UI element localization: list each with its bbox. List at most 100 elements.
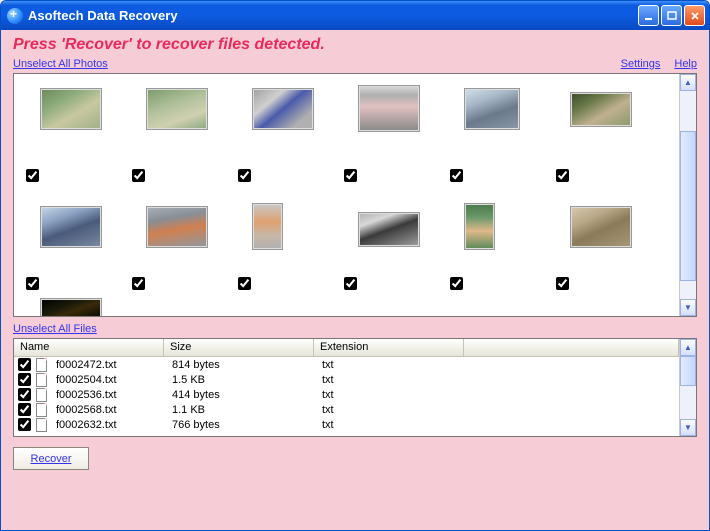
column-headers: Name Size Extension (14, 339, 679, 357)
thumb-cell[interactable] (450, 82, 556, 190)
thumb-checkbox[interactable] (450, 169, 463, 182)
unselect-all-photos-link[interactable]: Unselect All Photos (13, 58, 108, 70)
column-spacer[interactable] (464, 339, 679, 357)
table-row[interactable]: f0002504.txt1.5 KBtxt (14, 372, 679, 387)
thumb-checkbox[interactable] (132, 169, 145, 182)
window-buttons (638, 5, 705, 26)
thumb-checkbox[interactable] (26, 277, 39, 290)
thumb-checkbox[interactable] (132, 277, 145, 290)
thumb-image[interactable] (570, 206, 632, 248)
file-checkbox[interactable] (18, 373, 31, 386)
photo-scrollbar[interactable]: ▲ ▼ (679, 74, 696, 316)
app-icon (7, 8, 23, 24)
file-icon (34, 373, 48, 387)
thumb-checkbox[interactable] (556, 169, 569, 182)
table-row[interactable]: f0002568.txt1.1 KBtxt (14, 402, 679, 417)
minimize-button[interactable] (638, 5, 659, 26)
file-size: 814 bytes (166, 359, 316, 371)
file-size: 1.1 KB (166, 404, 316, 416)
main-window: Asoftech Data Recovery Press 'Recover' t… (0, 0, 710, 531)
thumb-cell[interactable] (556, 82, 662, 190)
maximize-button[interactable] (661, 5, 682, 26)
file-extension: txt (316, 359, 466, 371)
thumb-checkbox[interactable] (26, 169, 39, 182)
scroll-track[interactable] (680, 91, 696, 299)
thumb-image[interactable] (40, 298, 102, 316)
recover-button[interactable]: Recover (13, 447, 89, 470)
scroll-up-icon[interactable]: ▲ (680, 339, 696, 356)
thumb-image[interactable] (40, 206, 102, 248)
table-row[interactable]: f0002632.txt766 bytestxt (14, 417, 679, 432)
thumb-checkbox[interactable] (344, 277, 357, 290)
file-name: f0002536.txt (50, 389, 166, 401)
photo-panel: ▲ ▼ (13, 73, 697, 317)
thumb-cell[interactable] (238, 190, 344, 298)
thumb-image[interactable] (570, 92, 632, 127)
file-icon (34, 403, 48, 417)
title-bar[interactable]: Asoftech Data Recovery (1, 1, 709, 30)
scroll-track[interactable] (680, 356, 696, 419)
file-extension: txt (316, 419, 466, 431)
thumb-cell[interactable] (556, 190, 662, 298)
button-row: Recover (13, 437, 697, 470)
content-area: Press 'Recover' to recover files detecte… (1, 30, 709, 530)
scroll-down-icon[interactable]: ▼ (680, 299, 696, 316)
thumb-image[interactable] (464, 88, 520, 130)
photo-scroll-area[interactable] (14, 74, 679, 316)
file-extension: txt (316, 404, 466, 416)
thumb-checkbox[interactable] (556, 277, 569, 290)
file-checkbox[interactable] (18, 358, 31, 371)
column-extension[interactable]: Extension (314, 339, 464, 357)
scroll-handle[interactable] (680, 356, 696, 386)
thumb-image[interactable] (358, 85, 420, 132)
column-name[interactable]: Name (14, 339, 164, 357)
thumb-cell[interactable] (450, 190, 556, 298)
thumb-image[interactable] (252, 88, 314, 130)
thumb-image[interactable] (358, 212, 420, 247)
file-extension: txt (316, 374, 466, 386)
photo-links-row: Unselect All Photos Settings Help (13, 56, 697, 73)
scroll-up-icon[interactable]: ▲ (680, 74, 696, 91)
files-scrollbar[interactable]: ▲ ▼ (679, 339, 696, 436)
close-button[interactable] (684, 5, 705, 26)
thumb-checkbox[interactable] (450, 277, 463, 290)
thumb-image[interactable] (40, 88, 102, 130)
thumb-image[interactable] (146, 88, 208, 130)
file-checkbox[interactable] (18, 403, 31, 416)
thumb-cell[interactable] (26, 298, 132, 316)
photo-grid (26, 82, 679, 316)
table-row[interactable]: f0002472.txt814 bytestxt (14, 357, 679, 372)
file-size: 1.5 KB (166, 374, 316, 386)
file-checkbox[interactable] (18, 388, 31, 401)
thumb-image[interactable] (146, 206, 208, 248)
files-panel: Name Size Extension f0002472.txt814 byte… (13, 338, 697, 437)
file-size: 414 bytes (166, 389, 316, 401)
thumb-checkbox[interactable] (238, 169, 251, 182)
thumb-checkbox[interactable] (238, 277, 251, 290)
settings-link[interactable]: Settings (621, 58, 661, 70)
scroll-handle[interactable] (680, 131, 696, 281)
thumb-cell[interactable] (344, 190, 450, 298)
unselect-all-files-link[interactable]: Unselect All Files (13, 323, 97, 335)
column-size[interactable]: Size (164, 339, 314, 357)
thumb-image[interactable] (252, 203, 283, 250)
thumb-image[interactable] (464, 203, 495, 250)
scroll-down-icon[interactable]: ▼ (680, 419, 696, 436)
thumb-cell[interactable] (344, 82, 450, 190)
file-name: f0002632.txt (50, 419, 166, 431)
file-extension: txt (316, 389, 466, 401)
files-table: Name Size Extension f0002472.txt814 byte… (14, 339, 679, 436)
table-row[interactable]: f0002536.txt414 bytestxt (14, 387, 679, 402)
files-rows: f0002472.txt814 bytestxtf0002504.txt1.5 … (14, 357, 679, 432)
thumb-cell[interactable] (26, 82, 132, 190)
file-size: 766 bytes (166, 419, 316, 431)
help-link[interactable]: Help (674, 58, 697, 70)
thumb-cell[interactable] (238, 82, 344, 190)
thumb-checkbox[interactable] (344, 169, 357, 182)
file-checkbox[interactable] (18, 418, 31, 431)
thumb-cell[interactable] (132, 82, 238, 190)
file-name: f0002568.txt (50, 404, 166, 416)
thumb-cell[interactable] (132, 190, 238, 298)
thumb-cell[interactable] (26, 190, 132, 298)
instruction-text: Press 'Recover' to recover files detecte… (13, 34, 697, 56)
